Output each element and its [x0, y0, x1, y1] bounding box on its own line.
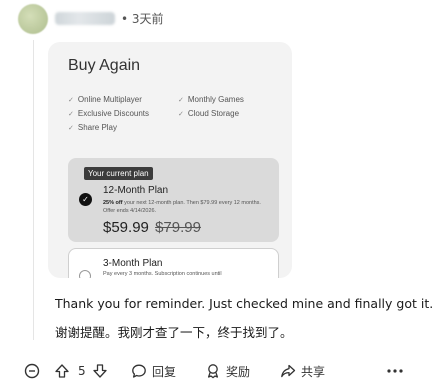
minus-circle-icon: [24, 363, 40, 379]
username-blurred[interactable]: [55, 12, 115, 25]
comment-text-en: Thank you for reminder. Just checked min…: [55, 296, 434, 311]
comment-time: • 3天前: [121, 12, 164, 26]
buy-again-title: Buy Again: [68, 57, 141, 74]
checked-radio-icon: ✓: [79, 193, 92, 206]
award-icon: [207, 364, 219, 379]
check-icon: ✓: [178, 97, 184, 104]
embedded-screenshot[interactable]: Buy Again ✓ Online Multiplayer ✓ Exclusive…: [48, 42, 292, 278]
share-button[interactable]: 共享: [280, 361, 325, 381]
plan1-price: $59.99 $79.99: [103, 219, 201, 236]
check-icon: ✓: [68, 97, 74, 104]
thread-line[interactable]: [33, 40, 34, 340]
check-icon: ✓: [68, 111, 74, 118]
collapse-button[interactable]: [24, 361, 40, 381]
plan1-name: 12-Month Plan: [103, 185, 169, 196]
feature-item: ✓ Online Multiplayer: [68, 95, 142, 104]
check-icon: ✓: [178, 111, 184, 118]
vote-count: 5: [78, 364, 86, 378]
comment-actions: 5 回复 奖励 共享: [24, 361, 424, 381]
award-button[interactable]: 奖励: [205, 361, 250, 381]
upvote-button[interactable]: [54, 361, 70, 381]
plan2-name: 3-Month Plan: [103, 258, 163, 269]
more-icon: [387, 369, 403, 373]
plan1-old-price: $79.99: [155, 219, 201, 236]
plan1-description: 25% off your next 12-month plan. Then $7…: [103, 200, 261, 214]
comment-text-zh: 谢谢提醒。我刚才查了一下，终于找到了。: [55, 325, 293, 340]
check-icon: ✓: [68, 125, 74, 132]
feature-item: ✓ Exclusive Discounts: [68, 109, 150, 118]
comment-bubble-icon: [132, 364, 146, 378]
avatar[interactable]: [18, 4, 48, 34]
arrow-down-icon: [93, 364, 107, 378]
more-options-button[interactable]: [386, 361, 404, 381]
feature-item: ✓ Monthly Games: [178, 95, 244, 104]
reply-button[interactable]: 回复: [131, 361, 176, 381]
feature-item: ✓ Cloud Storage: [178, 109, 240, 118]
share-arrow-icon: [281, 364, 296, 378]
feature-item: ✓ Share Play: [68, 123, 118, 132]
arrow-up-icon: [55, 364, 69, 378]
plan2-description: Pay every 3 months. Subscription continu…: [103, 271, 222, 277]
unchecked-radio-icon: [79, 270, 91, 278]
downvote-button[interactable]: [92, 361, 108, 381]
current-plan-badge: Your current plan: [84, 167, 153, 180]
